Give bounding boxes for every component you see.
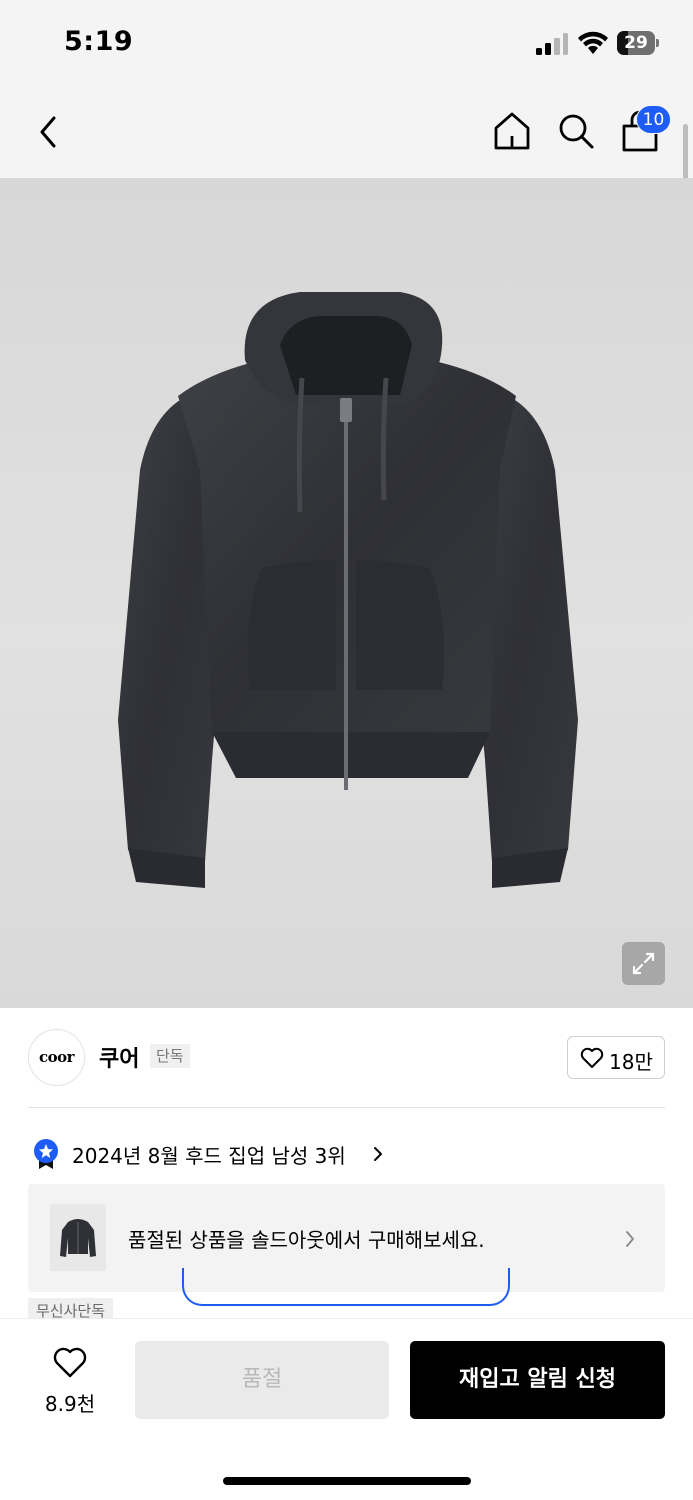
brand-name[interactable]: 쿠어 [99, 1041, 139, 1073]
status-bar: 5:19 29 [0, 0, 693, 90]
ranking-badge-icon [34, 1139, 58, 1169]
brand-row: coor 쿠어 단독 18만 [28, 1027, 665, 1087]
nav-bar [0, 90, 693, 178]
home-icon[interactable] [490, 108, 534, 154]
chevron-right-icon [626, 1231, 634, 1247]
search-icon[interactable] [554, 108, 598, 154]
expand-icon[interactable] [622, 942, 665, 985]
divider [28, 1107, 665, 1108]
heart-icon [580, 1047, 604, 1068]
restock-alert-button[interactable]: 재입고 알림 신청 [410, 1341, 665, 1419]
product-image[interactable] [0, 178, 693, 1008]
soldout-button[interactable]: 품절 [135, 1341, 389, 1419]
wishlist-count: 8.9천 [44, 1392, 96, 1416]
soldout-banner-text: 품절된 상품을 솔드아웃에서 구매해보세요. [128, 1228, 485, 1252]
exclusive-tag: 단독 [150, 1044, 190, 1068]
bottom-action-bar: 8.9천 품절 재입고 알림 신청 [0, 1318, 693, 1500]
brand-like-count: 18만 [609, 1050, 653, 1074]
hoodie-image [118, 292, 578, 888]
wifi-icon [578, 31, 608, 54]
coupon-button[interactable] [182, 1268, 510, 1306]
ranking-link[interactable]: 2024년 8월 후드 집업 남성 3위 [32, 1136, 452, 1172]
brand-logo[interactable]: coor [28, 1029, 85, 1086]
home-indicator[interactable] [223, 1477, 471, 1485]
back-icon[interactable] [32, 110, 68, 154]
signal-icon [536, 33, 568, 55]
ranking-text: 2024년 8월 후드 집업 남성 3위 [72, 1144, 346, 1168]
cart-badge: 10 [636, 105, 671, 134]
battery-icon: 29 [617, 31, 659, 55]
battery-level: 29 [624, 33, 648, 53]
heart-icon [53, 1347, 87, 1378]
chevron-right-icon [374, 1147, 382, 1161]
brand-like-button[interactable]: 18만 [567, 1036, 665, 1079]
wishlist-button[interactable]: 8.9천 [30, 1341, 110, 1421]
musinsa-exclusive-tag: 무신사단독 [28, 1298, 114, 1320]
status-time: 5:19 [64, 26, 134, 57]
soldout-thumbnail [50, 1204, 106, 1271]
